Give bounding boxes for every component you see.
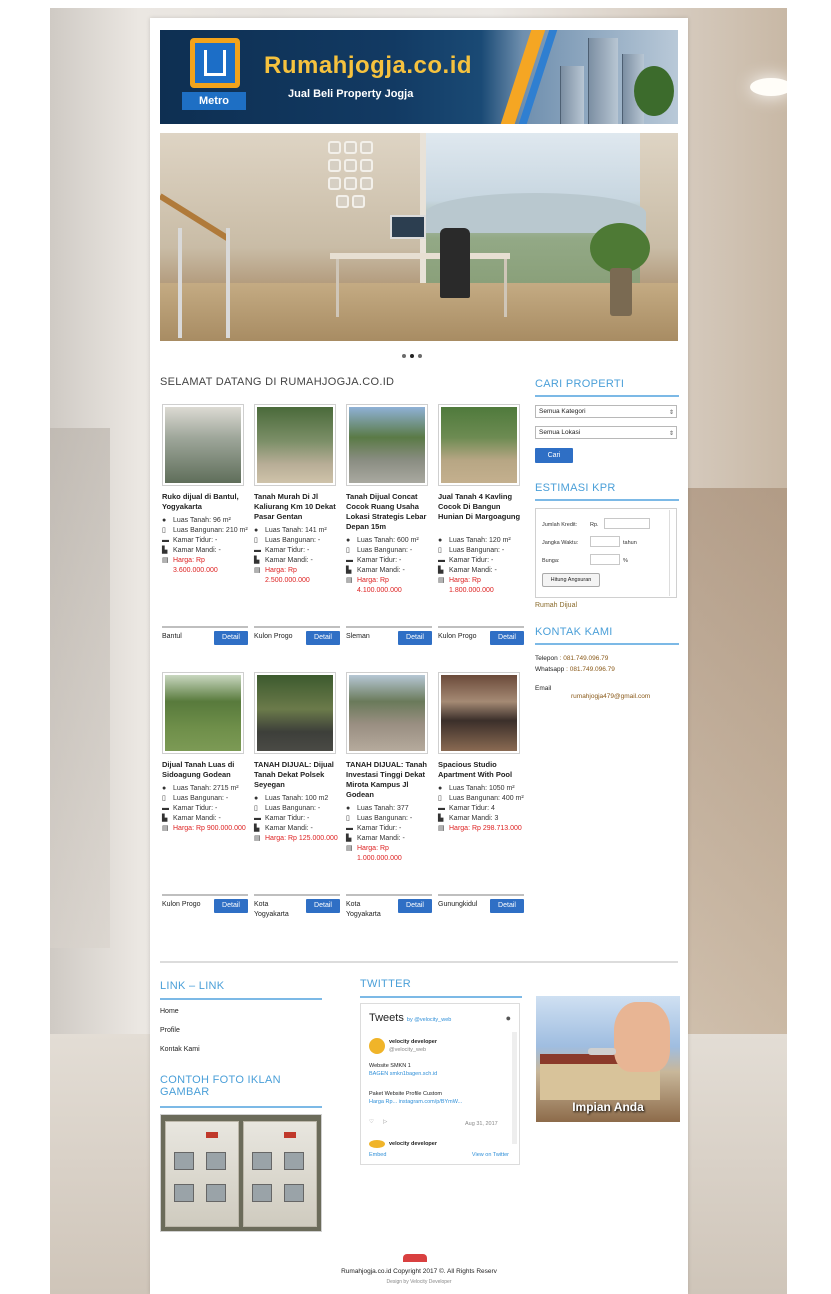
detail-button[interactable]: Detail: [214, 631, 248, 645]
detail-button[interactable]: Detail: [214, 899, 248, 913]
jangka-waktu-input[interactable]: [590, 536, 620, 547]
slider-dots[interactable]: [402, 354, 422, 358]
site-banner[interactable]: Metro Rumahjogja.co.id Jual Beli Propert…: [160, 30, 678, 124]
listing-location: Gunungkidul: [438, 901, 478, 908]
listing-location: Kota Yogyakarta: [254, 901, 289, 918]
avatar[interactable]: [369, 1140, 385, 1148]
listing-thumbnail[interactable]: [162, 672, 244, 754]
select-arrows-icon: ⇕: [668, 431, 674, 437]
listing-title[interactable]: Jual Tanah 4 Kavling Cocok Di Bangun Hun…: [438, 492, 524, 522]
detail-button[interactable]: Detail: [306, 899, 340, 913]
footer-link-profile[interactable]: Profile: [160, 1027, 180, 1034]
welcome-heading: SELAMAT DATANG DI RUMAHJOGJA.CO.ID: [160, 376, 395, 388]
slider-dot-active[interactable]: [410, 354, 414, 358]
impian-label: Impian Anda: [572, 1100, 644, 1114]
slider-dot[interactable]: [418, 354, 422, 358]
listing-thumbnail[interactable]: [254, 404, 336, 486]
hitung-angsuran-button[interactable]: Hitung Angsuran: [542, 573, 600, 587]
twitter-scrollbar[interactable]: [512, 1032, 517, 1144]
email-label: Email: [535, 685, 552, 692]
embed-link[interactable]: Embed: [369, 1152, 386, 1158]
section-divider: [160, 961, 678, 963]
listing-title[interactable]: Dijual Tanah Luas di Sidoagung Godean: [162, 760, 248, 780]
like-icon: ♡: [369, 1119, 374, 1125]
kpr-scrollbar[interactable]: [669, 510, 675, 596]
listing-location: Sleman: [346, 633, 370, 640]
land-icon: ●: [162, 517, 167, 524]
tweets-title: Tweets by @velocity_web: [369, 1012, 452, 1024]
impian-anda-image[interactable]: Impian Anda: [536, 996, 680, 1122]
slider-dot[interactable]: [402, 354, 406, 358]
bath-icon: ▙: [162, 547, 168, 554]
twitter-widget: Tweets by @velocity_web ● velocity devel…: [360, 1003, 520, 1165]
info-icon[interactable]: ●: [506, 1013, 511, 1023]
footer-link-home[interactable]: Home: [160, 1008, 179, 1015]
copyright-subtext: Design by Velocity Developer: [386, 1279, 452, 1285]
cari-button[interactable]: Cari: [535, 448, 573, 463]
detail-button[interactable]: Detail: [306, 631, 340, 645]
links-heading: LINK – LINK: [160, 980, 225, 992]
jumlah-kredit-input[interactable]: [604, 518, 650, 529]
listing-title[interactable]: Tanah Murah Di Jl Kaliurang Km 10 Dekat …: [254, 492, 340, 522]
listing-thumbnail[interactable]: [438, 404, 520, 486]
footer-link-kontak[interactable]: Kontak Kami: [160, 1046, 200, 1053]
contoh-foto-heading: CONTOH FOTO IKLAN GAMBAR: [160, 1074, 281, 1098]
estimasi-kpr-heading: ESTIMASI KPR: [535, 482, 616, 494]
listing-title[interactable]: Tanah Dijual Concat Cocok Ruang Usaha Lo…: [346, 492, 432, 532]
listing-title[interactable]: TANAH DIJUAL: Tanah Investasi Tinggi Dek…: [346, 760, 432, 800]
email-value[interactable]: rumahjogja479@gmail.com: [571, 692, 650, 702]
cari-properti-heading: CARI PROPERTI: [535, 378, 625, 390]
listing-location: Kulon Progo: [254, 633, 293, 640]
site-logo-icon: [190, 38, 240, 88]
select-arrows-icon: ⇕: [668, 410, 674, 416]
listing-location: Kulon Progo: [438, 633, 477, 640]
rumah-dijual-link[interactable]: Rumah Dijual: [535, 602, 577, 609]
detail-button[interactable]: Detail: [398, 899, 432, 913]
footer-logo-icon: [403, 1254, 427, 1262]
listing-thumbnail[interactable]: [254, 672, 336, 754]
listing-location: Kota Yogyakarta: [346, 901, 381, 918]
site-tagline: Jual Beli Property Jogja: [288, 88, 414, 100]
listing-location: Bantul: [162, 633, 182, 640]
listing-title[interactable]: Spacious Studio Apartment With Pool: [438, 760, 524, 780]
lokasi-select[interactable]: Semua Lokasi ⇕: [535, 426, 677, 439]
kpr-calculator: Jumlah Kredit: Rp. Jangka Waktu: tahun B…: [535, 508, 677, 598]
view-on-twitter-link[interactable]: View on Twitter: [472, 1152, 509, 1158]
detail-button[interactable]: Detail: [490, 899, 524, 913]
contoh-foto-image[interactable]: [160, 1114, 322, 1232]
site-container: Metro Rumahjogja.co.id Jual Beli Propert…: [150, 18, 688, 1294]
whatsapp-row: Whatsapp : 081.749.096.79: [535, 666, 615, 673]
telepon-row: Telepon : 081.749.096.79: [535, 655, 609, 662]
bunga-input[interactable]: [590, 554, 620, 565]
listing-thumbnail[interactable]: [438, 672, 520, 754]
detail-button[interactable]: Detail: [398, 631, 432, 645]
avatar[interactable]: [369, 1038, 385, 1054]
listing-location: Kulon Progo: [162, 901, 201, 908]
twitter-heading: TWITTER: [360, 978, 411, 990]
hero-slider-image[interactable]: [160, 133, 678, 341]
share-icon: ▷: [383, 1119, 388, 1125]
price-icon: ▤: [162, 557, 169, 564]
kontak-kami-heading: KONTAK KAMI: [535, 626, 613, 638]
bed-icon: ▬: [162, 537, 169, 544]
copyright-text: Rumahjogja.co.id Copyright 2017 ©. All R…: [341, 1268, 497, 1275]
key-icon: [588, 1048, 616, 1055]
detail-button[interactable]: Detail: [490, 631, 524, 645]
building-icon: ▯: [162, 527, 166, 534]
listing-thumbnail[interactable]: [346, 404, 428, 486]
site-name: Rumahjogja.co.id: [264, 52, 473, 79]
listing-thumbnail[interactable]: [346, 672, 428, 754]
listing-title[interactable]: TANAH DIJUAL: Dijual Tanah Dekat Polsek …: [254, 760, 340, 790]
kategori-select[interactable]: Semua Kategori ⇕: [535, 405, 677, 418]
logo-sub-label: Metro: [182, 92, 246, 110]
listing-thumbnail[interactable]: [162, 404, 244, 486]
listing-title[interactable]: Ruko dijual di Bantul, Yogyakarta: [162, 492, 248, 512]
